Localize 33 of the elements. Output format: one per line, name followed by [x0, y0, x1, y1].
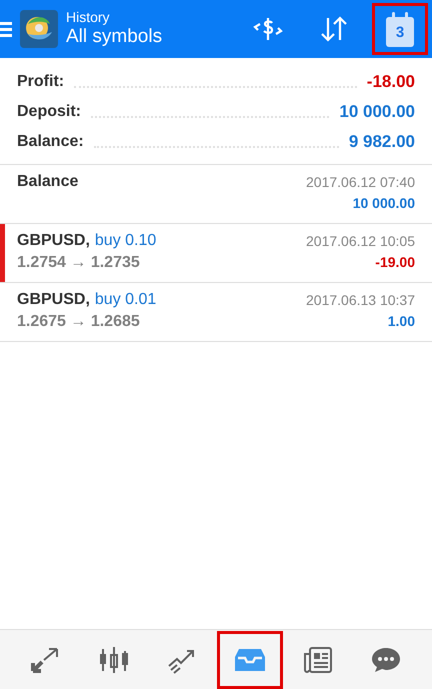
- entry-time: 2017.06.12 10:05: [306, 232, 415, 251]
- trade-side: buy 0.01: [94, 290, 156, 310]
- inbox-tray-icon: [235, 646, 265, 672]
- menu-button[interactable]: [0, 22, 14, 36]
- summary-value: -18.00: [366, 70, 415, 92]
- currency-exchange-icon: [251, 15, 285, 43]
- history-row[interactable]: GBPUSD, buy 0.01 1.2675 → 1.2685 2017.06.13 10:37 1.00: [5, 283, 432, 341]
- trade-symbol: GBPUSD,: [17, 231, 90, 251]
- entry-time: 2017.06.12 07:40: [306, 173, 415, 192]
- chat-bubble-icon: [371, 646, 401, 674]
- entry-amount: -19.00: [375, 253, 415, 272]
- newspaper-icon: [303, 646, 333, 674]
- screen-title: History: [66, 9, 111, 25]
- nav-tab[interactable]: [217, 630, 283, 688]
- history-row[interactable]: Balance 2017.06.12 07:40 10 000.00: [5, 165, 432, 223]
- entry-time: 2017.06.13 10:37: [306, 291, 415, 310]
- app-logo: [20, 10, 58, 48]
- history-row[interactable]: GBPUSD, buy 0.10 1.2754 → 1.2735 2017.06.12 10:05 -19.00: [5, 224, 432, 282]
- summary-value: 10 000.00: [339, 100, 415, 122]
- candlestick-icon: [98, 644, 130, 674]
- trade-side: buy 0.10: [94, 231, 156, 251]
- trade-symbol: GBPUSD,: [17, 290, 90, 310]
- summary-value: 9 982.00: [348, 130, 415, 152]
- summary-label: Balance:: [17, 132, 84, 152]
- entry-amount: 1.00: [388, 312, 415, 331]
- summary-label: Profit:: [17, 72, 64, 92]
- trade-prices: 1.2754 → 1.2735: [17, 253, 141, 273]
- entry-title: Balance: [17, 172, 80, 192]
- screen-subtitle: All symbols: [66, 25, 162, 49]
- summary-label: Deposit:: [17, 102, 81, 122]
- trade-prices: 1.2675 → 1.2685: [17, 312, 141, 332]
- entry-amount: 10 000.00: [352, 194, 415, 213]
- calendar-day: 3: [396, 22, 404, 44]
